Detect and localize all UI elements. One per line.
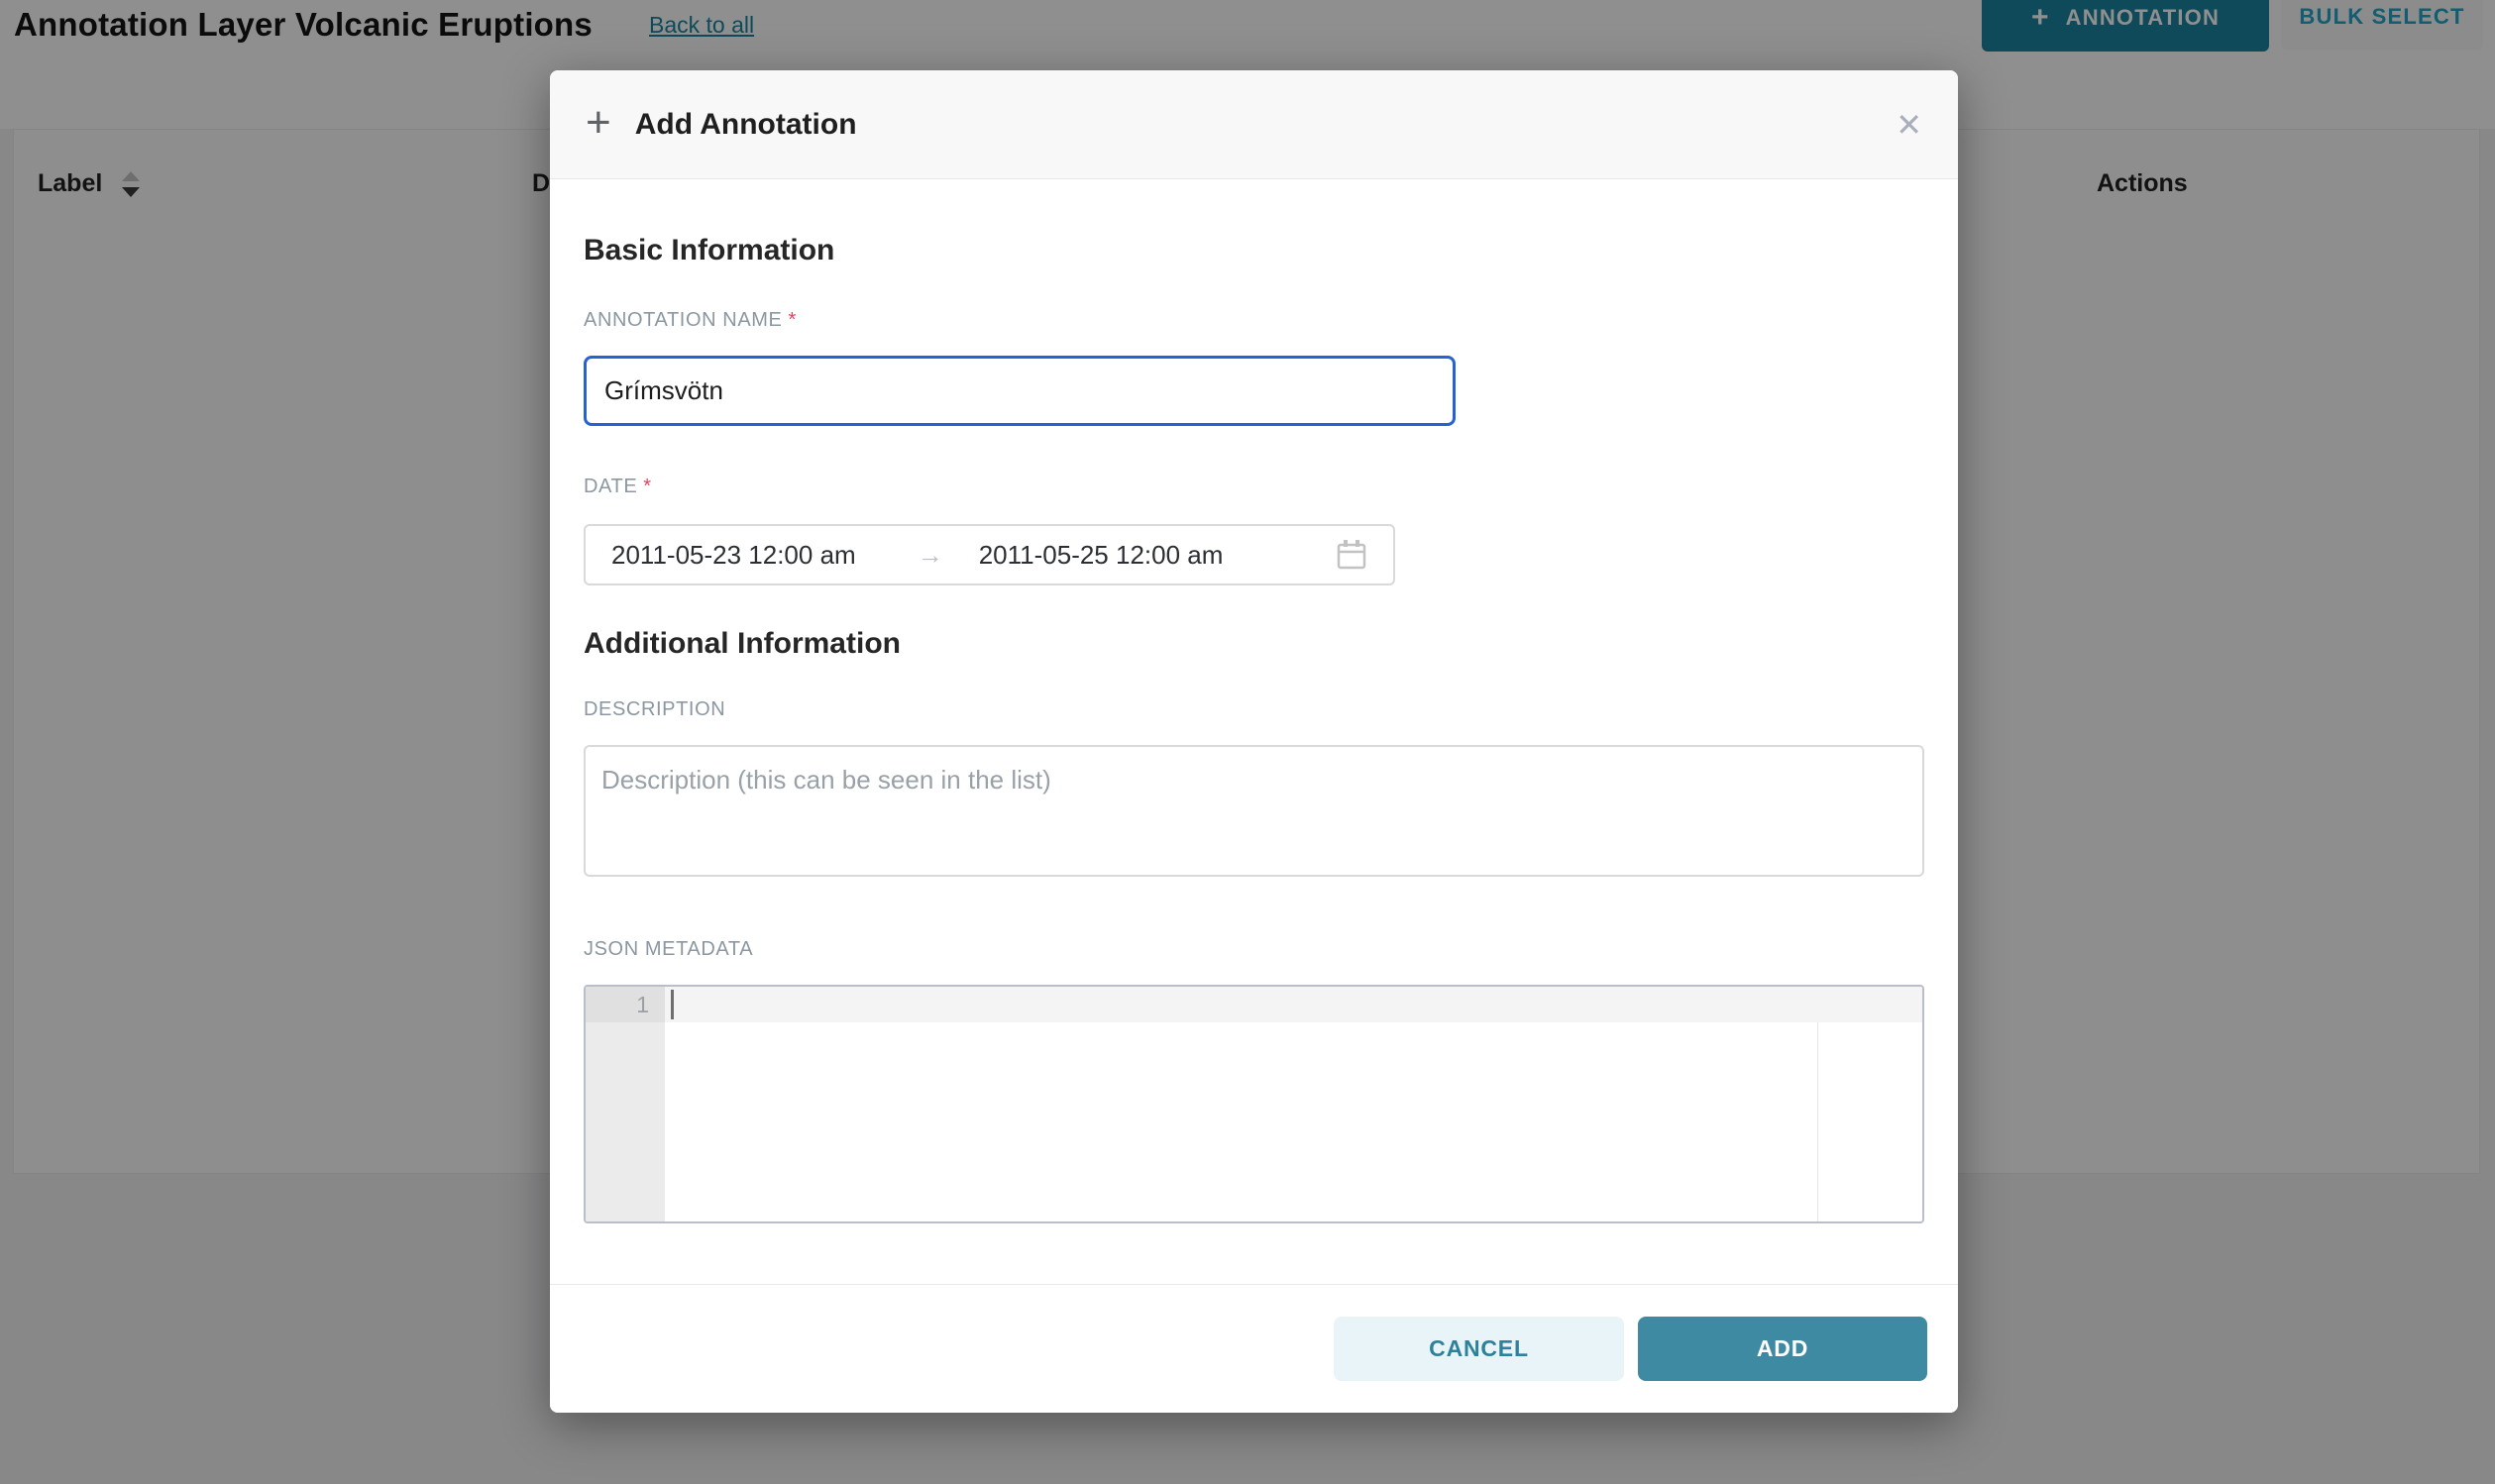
required-asterisk: * [788, 309, 796, 331]
add-button[interactable]: ADD [1638, 1317, 1927, 1381]
section-basic-information: Basic Information [584, 234, 1924, 267]
close-icon[interactable]: ✕ [1896, 109, 1922, 141]
description-textarea[interactable] [584, 745, 1924, 877]
annotation-name-input[interactable] [584, 356, 1456, 426]
date-label-text: DATE [584, 476, 637, 497]
print-margin-line [1817, 1022, 1818, 1221]
modal-body: Basic Information ANNOTATION NAME * DATE *… [550, 234, 1958, 1223]
annotation-name-label-text: ANNOTATION NAME [584, 309, 782, 331]
line-number: 1 [586, 987, 665, 1022]
description-label: DESCRIPTION [584, 698, 1924, 721]
required-asterisk: * [643, 476, 651, 497]
modal-header: + Add Annotation ✕ [550, 70, 1958, 179]
calendar-icon [1336, 538, 1367, 572]
arrow-right-icon: → [918, 540, 943, 571]
end-date-value[interactable]: 2011-05-25 12:00 am [979, 540, 1224, 571]
modal-title: Add Annotation [635, 108, 857, 142]
add-annotation-modal: + Add Annotation ✕ Basic Information ANN… [550, 70, 1958, 1413]
section-additional-information: Additional Information [584, 627, 1924, 661]
editor-active-line[interactable] [665, 987, 1922, 1022]
json-metadata-label: JSON METADATA [584, 938, 1924, 961]
text-cursor-icon [671, 990, 674, 1019]
date-label: DATE * [584, 476, 1924, 498]
json-metadata-editor[interactable]: 1 [584, 985, 1924, 1223]
plus-icon: + [586, 101, 611, 145]
annotation-name-label: ANNOTATION NAME * [584, 309, 1924, 332]
screen: Annotation Layer Volcanic Eruptions Back… [0, 0, 2495, 1484]
editor-gutter: 1 [586, 987, 665, 1221]
start-date-value[interactable]: 2011-05-23 12:00 am [611, 540, 856, 571]
modal-footer: CANCEL ADD [550, 1284, 1958, 1413]
cancel-button[interactable]: CANCEL [1334, 1317, 1624, 1381]
date-range-picker[interactable]: 2011-05-23 12:00 am → 2011-05-25 12:00 a… [584, 524, 1395, 585]
